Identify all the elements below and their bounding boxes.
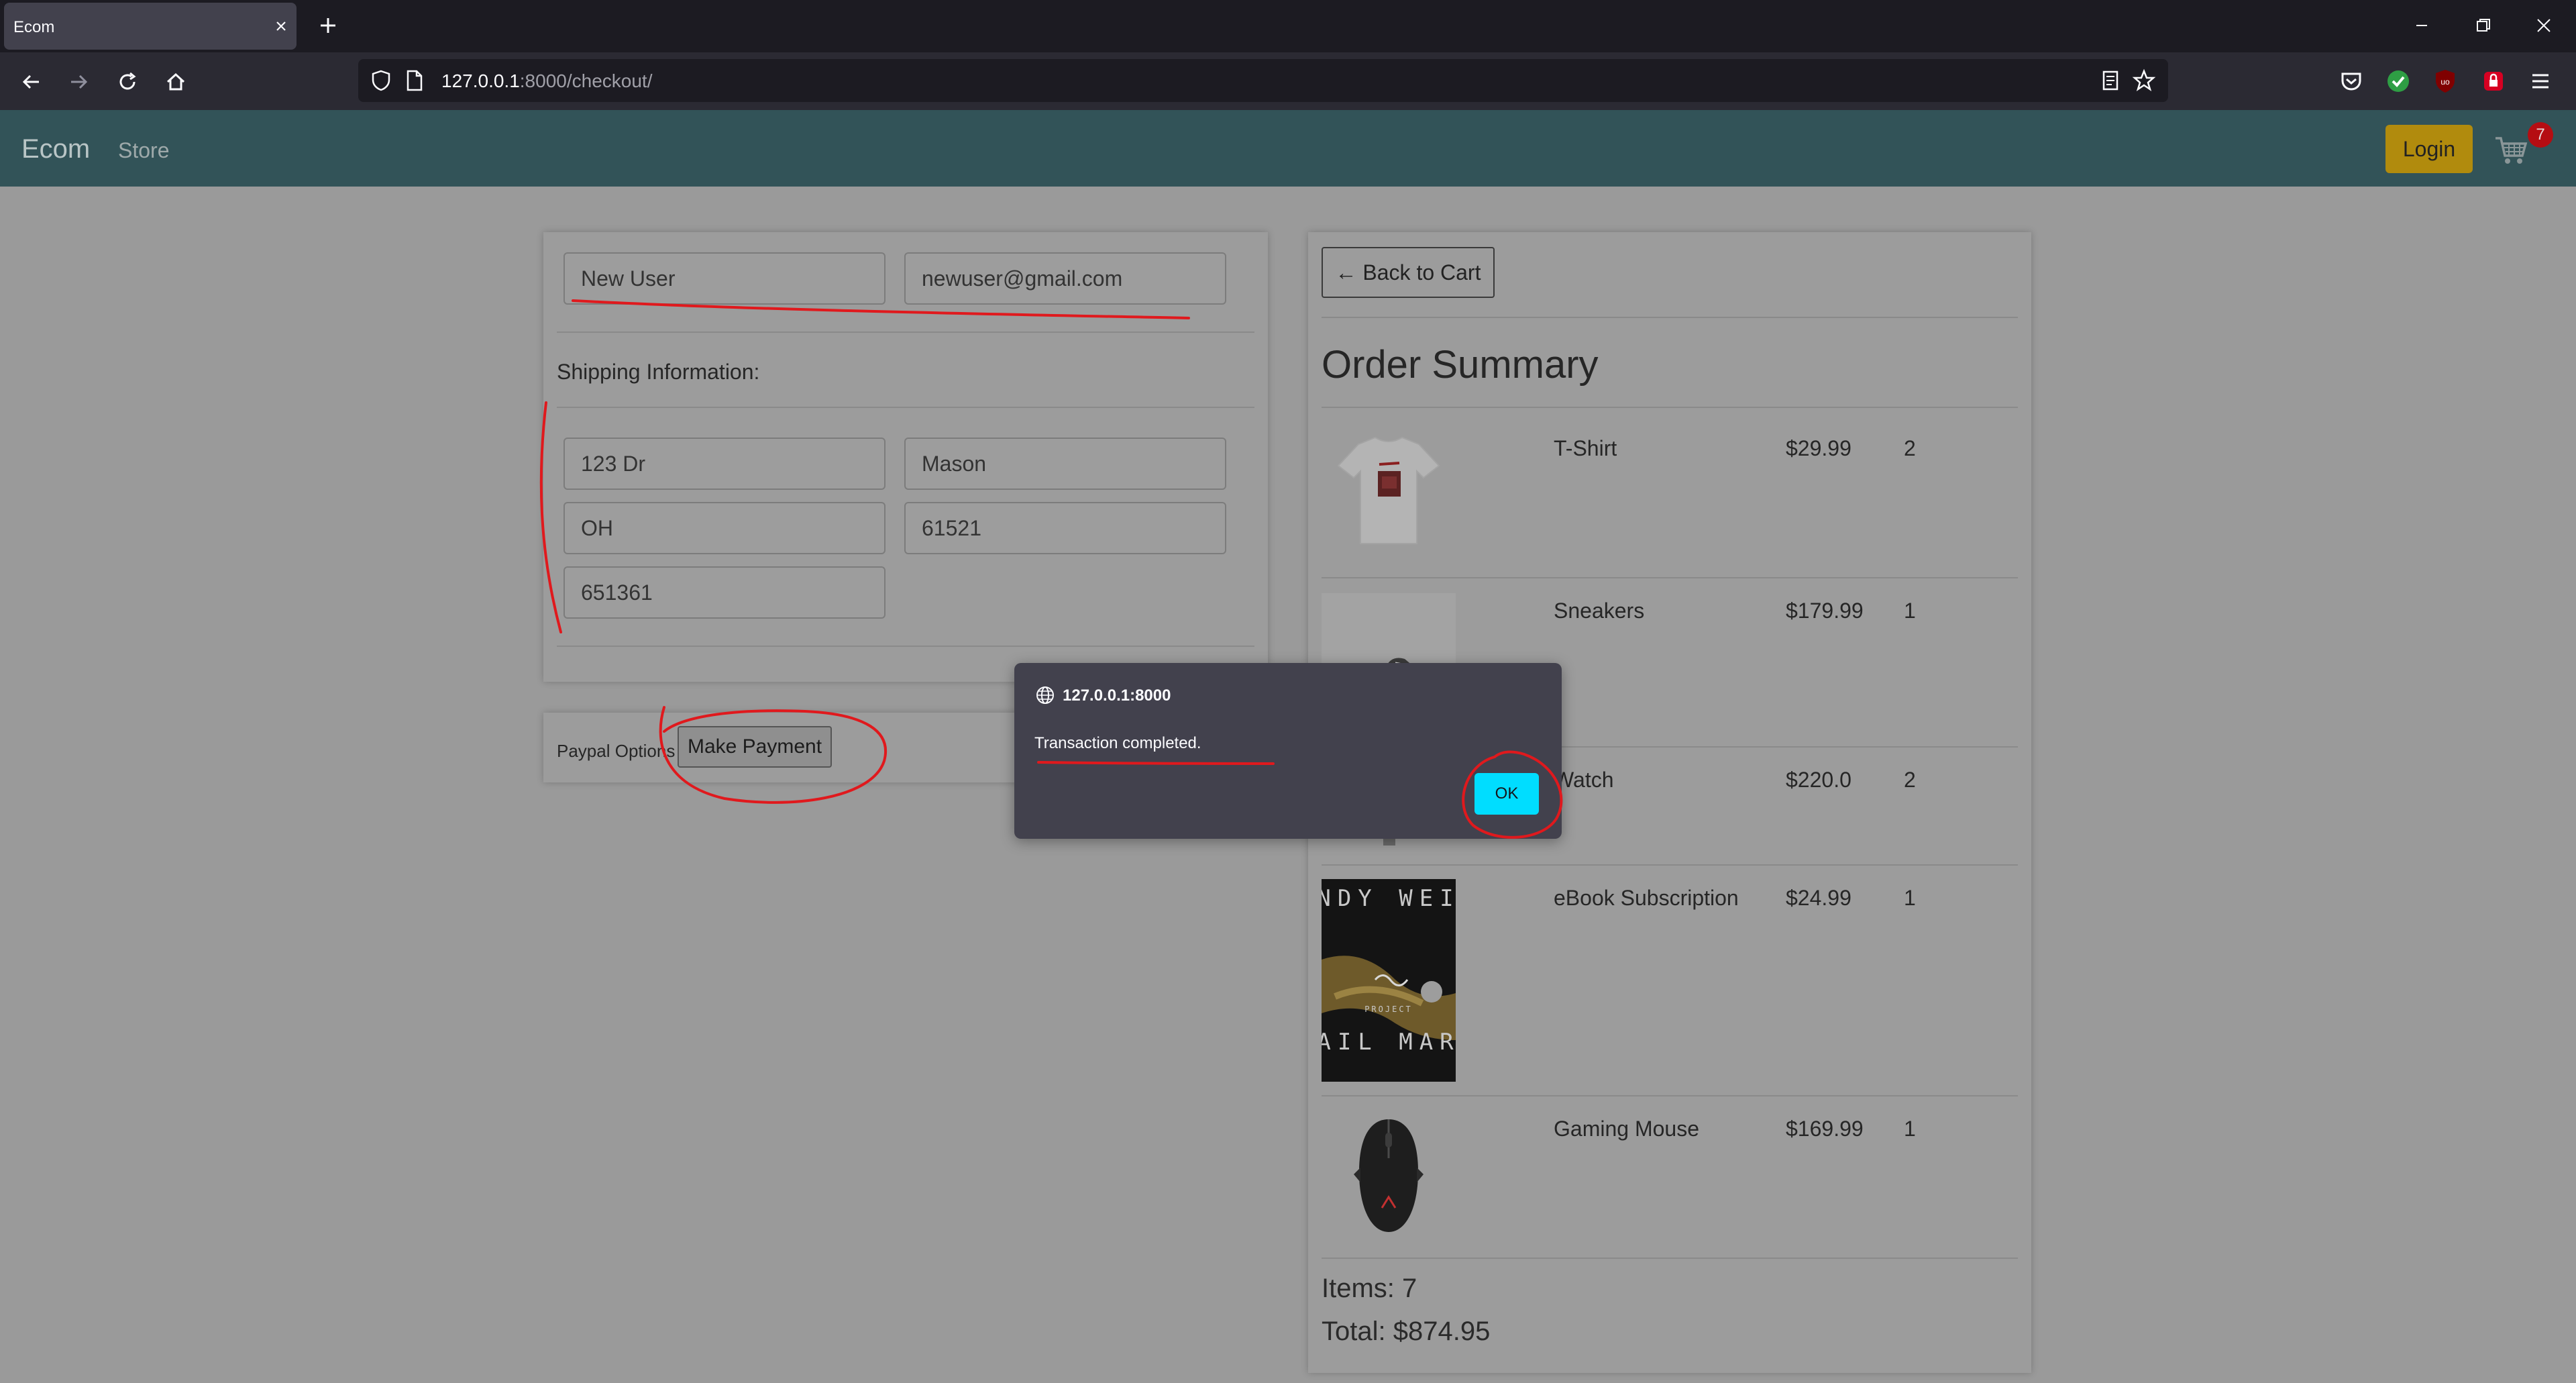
close-window-icon[interactable] [2532,13,2556,38]
brand-logo[interactable]: Ecom [21,134,90,164]
shipping-info-heading: Shipping Information: [557,360,760,384]
divider [557,407,1254,408]
url-path: :8000/checkout/ [519,70,653,91]
item-quantity: 1 [1904,1117,1916,1141]
order-total: Total: $874.95 [1322,1317,1491,1346]
item-price: $220.0 [1786,768,1851,792]
zipcode-field[interactable]: 61521 [904,502,1226,554]
bookmark-star-icon[interactable] [2132,68,2156,93]
cart-count-badge: 7 [2528,122,2553,148]
item-quantity: 2 [1904,768,1916,792]
address-field[interactable]: 123 Dr [564,438,885,490]
new-tab-icon[interactable] [317,14,339,37]
restore-window-icon[interactable] [2471,13,2496,38]
divider [1322,1258,2018,1259]
verified-check-icon[interactable] [2384,67,2412,95]
ublock-origin-icon[interactable]: uo [2431,67,2459,95]
item-name: Sneakers [1554,599,1645,623]
email-field[interactable]: newuser@gmail.com [904,252,1226,305]
minimize-window-icon[interactable] [2410,13,2434,38]
home-icon[interactable] [162,68,189,95]
reload-icon[interactable] [114,68,141,95]
browser-toolbar: 127.0.0.1:8000/checkout/ uo [0,52,2576,110]
item-price: $179.99 [1786,599,1864,623]
dialog-origin: 127.0.0.1:8000 [1063,686,1171,705]
make-payment-button[interactable]: Make Payment [678,726,832,768]
item-price: $24.99 [1786,886,1851,910]
tracking-shield-icon[interactable] [369,68,393,93]
tshirt-image [1322,424,1456,558]
divider [557,331,1254,333]
login-button[interactable]: Login [2385,125,2473,173]
items-count: Items: 7 [1322,1274,1417,1303]
item-price: $29.99 [1786,436,1851,460]
divider [1322,864,2018,866]
item-quantity: 2 [1904,436,1916,460]
divider [1322,407,2018,408]
site-navbar: Ecom Store Login 7 [0,110,2576,187]
browser-tab[interactable]: Ecom [4,3,297,50]
item-price: $169.99 [1786,1117,1864,1141]
phone-field[interactable]: 651361 [564,566,885,619]
back-arrow-icon[interactable] [17,68,44,95]
url-host: 127.0.0.1 [441,70,520,91]
menu-hamburger-icon[interactable] [2526,67,2555,95]
divider [1322,577,2018,578]
url-text[interactable]: 127.0.0.1:8000/checkout/ [441,70,652,92]
divider [1322,317,2018,318]
divider [557,646,1254,647]
gaming-mouse-image [1322,1107,1456,1241]
state-field[interactable]: OH [564,502,885,554]
book-author-text: ANDY WEIR [1322,885,1456,912]
back-to-cart-button[interactable]: ← Back to Cart [1322,247,1495,298]
order-summary-title: Order Summary [1322,343,1599,387]
divider [1322,1095,2018,1096]
pocket-icon[interactable] [2337,67,2365,95]
globe-icon [1036,686,1054,704]
alert-dialog: 127.0.0.1:8000 Transaction completed. OK [1014,663,1562,839]
item-quantity: 1 [1904,599,1916,623]
password-manager-icon[interactable] [2479,67,2508,95]
cart-icon[interactable] [2494,134,2528,166]
page-info-icon[interactable] [404,68,425,93]
item-name: Gaming Mouse [1554,1117,1699,1141]
item-name: T-Shirt [1554,436,1617,460]
dialog-message: Transaction completed. [1034,734,1201,752]
item-name: Watch [1554,768,1614,792]
city-field[interactable]: Mason [904,438,1226,490]
close-tab-icon[interactable] [271,16,291,36]
browser-tab-bar: Ecom [0,0,2576,52]
item-name: eBook Subscription [1554,886,1739,910]
book-small-text: PROJECT [1364,1005,1413,1014]
name-field[interactable]: New User [564,252,885,305]
item-quantity: 1 [1904,886,1916,910]
svg-text:uo: uo [2440,77,2450,87]
store-link[interactable]: Store [118,138,169,163]
forward-arrow-icon[interactable] [66,68,93,95]
url-bar[interactable]: 127.0.0.1:8000/checkout/ [358,59,2168,102]
tab-title: Ecom [13,18,55,36]
ok-button[interactable]: OK [1474,773,1539,815]
paypal-options-label: Paypal Options [557,741,676,761]
book-title-text: HAIL MARY [1322,1029,1456,1056]
reader-view-icon[interactable] [2098,68,2123,93]
ebook-cover-image: ANDY WEIR PROJECT HAIL MARY [1322,879,1456,1082]
